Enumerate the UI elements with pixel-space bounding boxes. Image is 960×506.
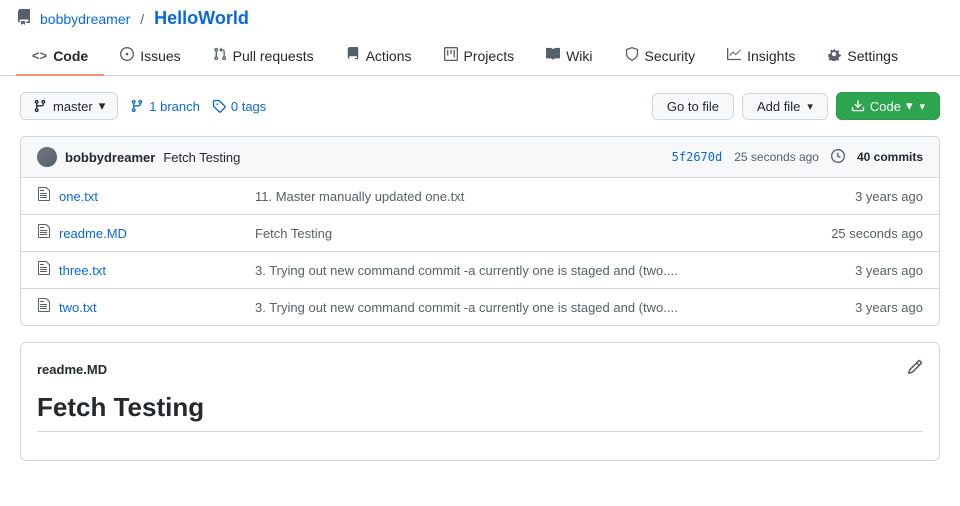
file-commit-0: 11. Master manually updated one.txt bbox=[239, 189, 855, 204]
file-age-2: 3 years ago bbox=[855, 263, 923, 278]
file-age-0: 3 years ago bbox=[855, 189, 923, 204]
tab-insights[interactable]: Insights bbox=[711, 37, 811, 76]
tab-wiki-label: Wiki bbox=[566, 48, 592, 64]
branch-icon bbox=[33, 99, 47, 113]
repo-owner-link[interactable]: bobbydreamer bbox=[40, 11, 130, 27]
tab-code-label: Code bbox=[53, 48, 88, 64]
file-name-3[interactable]: two.txt bbox=[59, 300, 239, 315]
toolbar-right: Go to file Add file Code ▾ bbox=[652, 92, 940, 120]
file-icon bbox=[37, 186, 51, 206]
repo-name-link[interactable]: HelloWorld bbox=[154, 8, 249, 29]
tab-insights-label: Insights bbox=[747, 48, 795, 64]
tag-icon bbox=[212, 99, 226, 113]
add-file-button[interactable]: Add file bbox=[742, 93, 828, 120]
repo-icon bbox=[16, 9, 32, 28]
security-icon bbox=[625, 47, 639, 64]
tab-actions-label: Actions bbox=[366, 48, 412, 64]
settings-icon bbox=[827, 47, 841, 64]
clock-icon bbox=[831, 149, 845, 166]
branch-selector[interactable]: master ▾ bbox=[20, 92, 118, 120]
branch-count-link[interactable]: 1 branch bbox=[130, 99, 200, 114]
chevron-down-icon: ▾ bbox=[99, 98, 106, 114]
download-icon bbox=[851, 99, 865, 113]
file-age-1: 25 seconds ago bbox=[831, 226, 923, 241]
file-commit-1: Fetch Testing bbox=[239, 226, 831, 241]
pr-icon bbox=[213, 47, 227, 64]
commit-bar: bobbydreamer Fetch Testing 5f2670d 25 se… bbox=[21, 137, 939, 178]
readme-heading: Fetch Testing bbox=[37, 392, 923, 432]
readme-content: Fetch Testing bbox=[37, 392, 923, 432]
readme-header: readme.MD bbox=[37, 359, 923, 380]
toolbar-left: master ▾ 1 branch 0 tags bbox=[20, 92, 266, 120]
wiki-icon bbox=[546, 47, 560, 64]
repo-toolbar: master ▾ 1 branch 0 tags Go to file Add … bbox=[20, 92, 940, 120]
go-to-file-button[interactable]: Go to file bbox=[652, 93, 734, 120]
tab-pull-requests[interactable]: Pull requests bbox=[197, 37, 330, 76]
readme-box: readme.MD Fetch Testing bbox=[20, 342, 940, 461]
repo-slash: / bbox=[140, 11, 144, 27]
readme-filename: readme.MD bbox=[37, 362, 107, 377]
file-name-1[interactable]: readme.MD bbox=[59, 226, 239, 241]
file-commit-3: 3. Trying out new command commit -a curr… bbox=[239, 300, 855, 315]
branch-name: master bbox=[53, 99, 93, 114]
issues-icon bbox=[120, 47, 134, 64]
file-browser: bobbydreamer Fetch Testing 5f2670d 25 se… bbox=[20, 136, 940, 326]
tag-count-link[interactable]: 0 tags bbox=[212, 99, 266, 114]
file-name-2[interactable]: three.txt bbox=[59, 263, 239, 278]
file-icon bbox=[37, 223, 51, 243]
branch-count-icon bbox=[130, 99, 144, 113]
tab-security[interactable]: Security bbox=[609, 37, 712, 76]
repo-nav: <> Code Issues Pull requests Actions Pro… bbox=[0, 37, 960, 76]
file-row: three.txt 3. Trying out new command comm… bbox=[21, 252, 939, 289]
tab-projects-label: Projects bbox=[464, 48, 515, 64]
edit-readme-button[interactable] bbox=[907, 359, 923, 380]
tab-settings-label: Settings bbox=[847, 48, 898, 64]
top-bar: bobbydreamer / HelloWorld bbox=[0, 0, 960, 37]
tab-security-label: Security bbox=[645, 48, 696, 64]
file-row: two.txt 3. Trying out new command commit… bbox=[21, 289, 939, 325]
tab-issues-label: Issues bbox=[140, 48, 180, 64]
commits-count-link[interactable]: 40 commits bbox=[857, 150, 923, 164]
author-avatar bbox=[37, 147, 57, 167]
file-age-3: 3 years ago bbox=[855, 300, 923, 315]
code-icon: <> bbox=[32, 48, 47, 63]
commit-message[interactable]: Fetch Testing bbox=[163, 150, 240, 165]
projects-icon bbox=[444, 47, 458, 64]
file-icon bbox=[37, 260, 51, 280]
commits-count-text: 40 commits bbox=[857, 150, 923, 164]
commit-author[interactable]: bobbydreamer bbox=[65, 150, 155, 165]
tab-settings[interactable]: Settings bbox=[811, 37, 914, 76]
insights-icon bbox=[727, 47, 741, 64]
file-row: one.txt 11. Master manually updated one.… bbox=[21, 178, 939, 215]
commit-time: 25 seconds ago bbox=[734, 150, 819, 164]
main-content: master ▾ 1 branch 0 tags Go to file Add … bbox=[0, 76, 960, 477]
file-commit-2: 3. Trying out new command commit -a curr… bbox=[239, 263, 855, 278]
tab-issues[interactable]: Issues bbox=[104, 37, 196, 76]
tab-actions[interactable]: Actions bbox=[330, 37, 428, 76]
commit-bar-right: 5f2670d 25 seconds ago 40 commits bbox=[672, 149, 923, 166]
file-icon bbox=[37, 297, 51, 317]
code-button[interactable]: Code ▾ bbox=[836, 92, 940, 120]
file-row: readme.MD Fetch Testing 25 seconds ago bbox=[21, 215, 939, 252]
tag-count-text: 0 tags bbox=[231, 99, 266, 114]
tab-pr-label: Pull requests bbox=[233, 48, 314, 64]
file-name-0[interactable]: one.txt bbox=[59, 189, 239, 204]
commit-bar-left: bobbydreamer Fetch Testing bbox=[37, 147, 240, 167]
tab-projects[interactable]: Projects bbox=[428, 37, 531, 76]
code-caret-icon: ▾ bbox=[906, 98, 913, 114]
commit-sha-link[interactable]: 5f2670d bbox=[672, 150, 723, 164]
actions-icon bbox=[346, 47, 360, 64]
branch-count-text: 1 branch bbox=[149, 99, 200, 114]
tab-wiki[interactable]: Wiki bbox=[530, 37, 608, 76]
tab-code[interactable]: <> Code bbox=[16, 38, 104, 76]
code-button-label: Code bbox=[870, 99, 901, 114]
